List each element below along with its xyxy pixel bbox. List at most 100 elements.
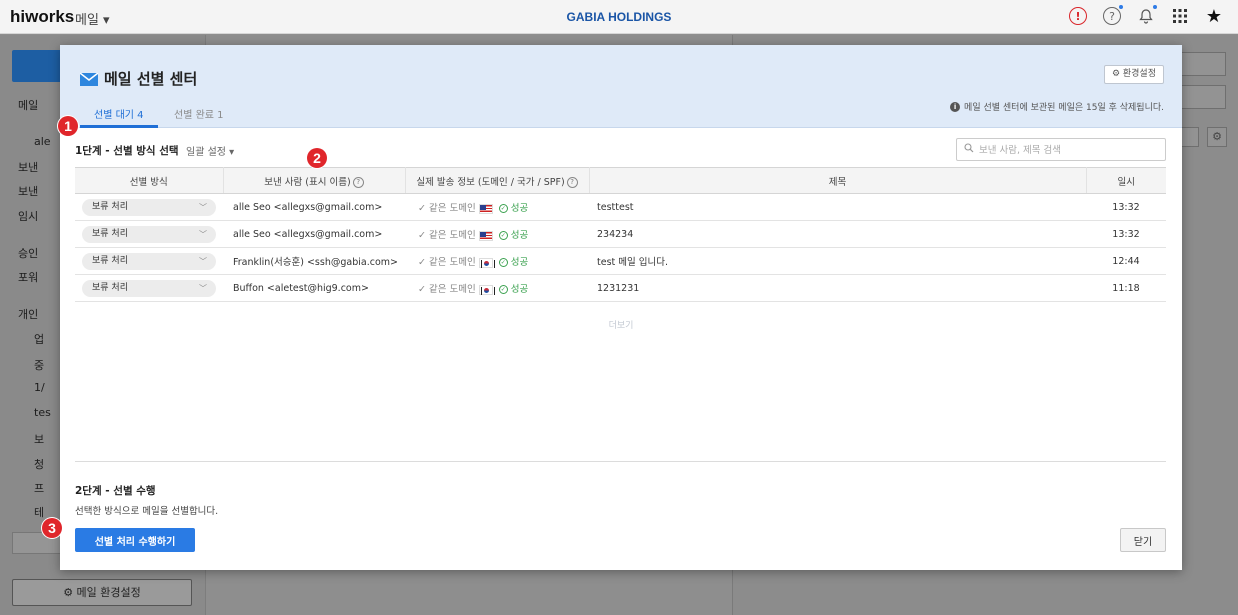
sidebar-item-sent-2[interactable]: 보낸: [18, 183, 38, 199]
star-icon[interactable]: ★: [1204, 6, 1224, 27]
annotation-badge-1: 1: [58, 116, 78, 136]
chevron-down-icon: ﹀: [199, 256, 207, 266]
subject-cell[interactable]: 1231231: [589, 274, 1086, 302]
sidebar-folder[interactable]: 청: [34, 456, 44, 472]
company-name: GABIA HOLDINGS: [566, 10, 672, 24]
grid-svg: [1173, 9, 1187, 23]
subject-cell[interactable]: testtest: [589, 193, 1086, 221]
sidebar-item-approval[interactable]: 승인: [18, 245, 38, 261]
column-spf-label: 실제 발송 정보 (도메인 / 국가 / SPF): [416, 176, 565, 188]
table-row[interactable]: 보류 처리 ﹀ alle Seo <allegxs@gmail.com> ✓ 같은…: [75, 220, 1166, 248]
mail-screening-modal: 메일 선별 센터 ⚙ 환경설정 선별 대기 4 선별 완료 1 i 메일 선별 …: [60, 45, 1182, 570]
sidebar-item-forward[interactable]: 포워: [18, 269, 38, 285]
check-circle-icon: ✓: [498, 285, 508, 294]
method-select[interactable]: 보류 처리 ﹀: [82, 252, 216, 270]
sidebar-item-account[interactable]: ale: [34, 135, 51, 148]
spf-status: ✓ 성공: [498, 284, 529, 295]
sidebar-item-drafts[interactable]: 임시: [18, 208, 38, 224]
modal-title: 메일 선별 센터: [79, 68, 198, 89]
bell-svg: [1139, 9, 1153, 24]
run-screening-button[interactable]: 선별 처리 수행하기: [75, 528, 195, 552]
subject-cell[interactable]: 234234: [589, 220, 1086, 248]
help-icon[interactable]: ?: [1102, 5, 1123, 26]
search-box[interactable]: [956, 138, 1166, 161]
column-time-label: 일시: [1117, 176, 1135, 188]
bulk-setting-dropdown[interactable]: 일괄 설정 ▾: [186, 143, 234, 158]
notification-dot: [1153, 5, 1157, 9]
us-flag-icon: [478, 230, 493, 241]
chevron-down-icon: ﹀: [199, 283, 207, 293]
time-cell: 12:44: [1086, 247, 1166, 275]
help-glyph: ?: [1103, 7, 1121, 25]
retention-notice: i 메일 선별 센터에 보관된 메일은 15일 후 삭제됩니다.: [950, 100, 1164, 113]
sender-cell: Franklin(서승훈) <ssh@gabia.com>: [223, 247, 405, 275]
method-select-value: 보류 처리: [92, 255, 128, 266]
spf-status: ✓ 성공: [498, 257, 528, 268]
sidebar-folder[interactable]: 보: [34, 431, 44, 447]
column-time: 일시: [1086, 167, 1166, 194]
load-more-link[interactable]: 더보기: [60, 318, 1182, 331]
modal-title-text: 메일 선별 센터: [104, 70, 198, 88]
column-method-label: 선별 방식: [129, 176, 168, 188]
sender-cell: alle Seo <allegxs@gmail.com>: [223, 193, 405, 221]
table-row[interactable]: 보류 처리 ﹀ Buffon <aletest@hig9.com> ✓ 같은 도메…: [75, 274, 1166, 302]
alert-glyph: !: [1069, 7, 1087, 25]
spf-cell: ✓ 같은 도메인 ✓ 성공: [405, 274, 589, 302]
column-sender: 보낸 사람 (표시 이름)?: [223, 167, 406, 194]
column-sender-label: 보낸 사람 (표시 이름): [264, 176, 351, 188]
sidebar-folder[interactable]: 1/: [34, 381, 45, 394]
spf-status-text: 성공: [510, 230, 529, 241]
check-circle-icon: ✓: [498, 204, 508, 213]
tab-pending[interactable]: 선별 대기 4: [94, 106, 144, 121]
spf-cell: ✓ 같은 도메인 ✓ 성공: [405, 193, 589, 221]
column-subject-label: 제목: [828, 176, 847, 188]
same-domain-label: ✓ 같은 도메인: [418, 257, 476, 268]
environment-settings-button[interactable]: ⚙ 환경설정: [1103, 65, 1164, 84]
method-select[interactable]: 보류 처리 ﹀: [82, 225, 216, 243]
chevron-down-icon: ﹀: [199, 202, 207, 212]
help-icon[interactable]: ?: [352, 176, 364, 188]
right-pane-toggle[interactable]: [1179, 127, 1199, 147]
gear-icon[interactable]: ⚙: [1207, 127, 1227, 147]
app-menu-dropdown[interactable]: 메일 ▾: [75, 9, 110, 28]
column-method: 선별 방식: [75, 167, 224, 194]
tab-completed[interactable]: 선별 완료 1: [174, 106, 224, 121]
method-select[interactable]: 보류 처리 ﹀: [82, 198, 216, 216]
info-icon: i: [950, 101, 961, 112]
table-row[interactable]: 보류 처리 ﹀ alle Seo <allegxs@gmail.com> ✓ 같은…: [75, 193, 1166, 221]
help-icon[interactable]: ?: [566, 176, 578, 188]
column-subject: 제목: [589, 167, 1087, 194]
close-button[interactable]: 닫기: [1120, 528, 1166, 552]
brand-logo[interactable]: hiworks: [10, 7, 74, 27]
bell-icon[interactable]: [1136, 5, 1157, 26]
step2-description: 선택한 방식으로 메일을 선별합니다.: [75, 506, 219, 517]
table-row[interactable]: 보류 처리 ﹀ Franklin(서승훈) <ssh@gabia.com> ✓ 같…: [75, 247, 1166, 275]
sidebar-folder[interactable]: tes: [34, 406, 51, 419]
method-select-value: 보류 처리: [92, 201, 128, 212]
annotation-badge-3: 3: [42, 518, 62, 538]
sidebar-item-mail[interactable]: 메일: [18, 97, 38, 113]
search-input[interactable]: [979, 142, 1159, 158]
chevron-down-icon: ﹀: [199, 229, 207, 239]
sidebar-folder[interactable]: 프: [34, 480, 44, 496]
sidebar-folder[interactable]: 중: [34, 357, 44, 373]
sidebar-folder[interactable]: 테: [34, 504, 44, 520]
sidebar-item-personal[interactable]: 개인: [18, 306, 38, 322]
top-icons: ! ? ★: [1068, 5, 1224, 27]
kr-flag-icon: [478, 257, 495, 268]
search-icon: [964, 143, 974, 156]
sidebar-folder[interactable]: 업: [34, 331, 44, 347]
apps-grid-icon[interactable]: [1170, 6, 1190, 26]
method-select[interactable]: 보류 처리 ﹀: [82, 279, 216, 297]
subject-cell[interactable]: test 메일 입니다.: [589, 247, 1086, 275]
mail-settings-button[interactable]: ⚙ 메일 환경설정: [12, 579, 192, 606]
notification-dot: [1119, 5, 1123, 9]
spf-status: ✓ 성공: [498, 230, 529, 241]
spf-status-text: 성공: [510, 203, 529, 214]
spf-status-text: 성공: [510, 284, 529, 295]
time-cell: 13:32: [1086, 193, 1166, 221]
check-circle-icon: ✓: [498, 231, 508, 240]
top-bar: hiworks 메일 ▾ GABIA HOLDINGS ! ? ★: [0, 0, 1238, 34]
sidebar-item-sent[interactable]: 보낸: [18, 159, 38, 175]
alert-icon[interactable]: !: [1068, 6, 1088, 26]
